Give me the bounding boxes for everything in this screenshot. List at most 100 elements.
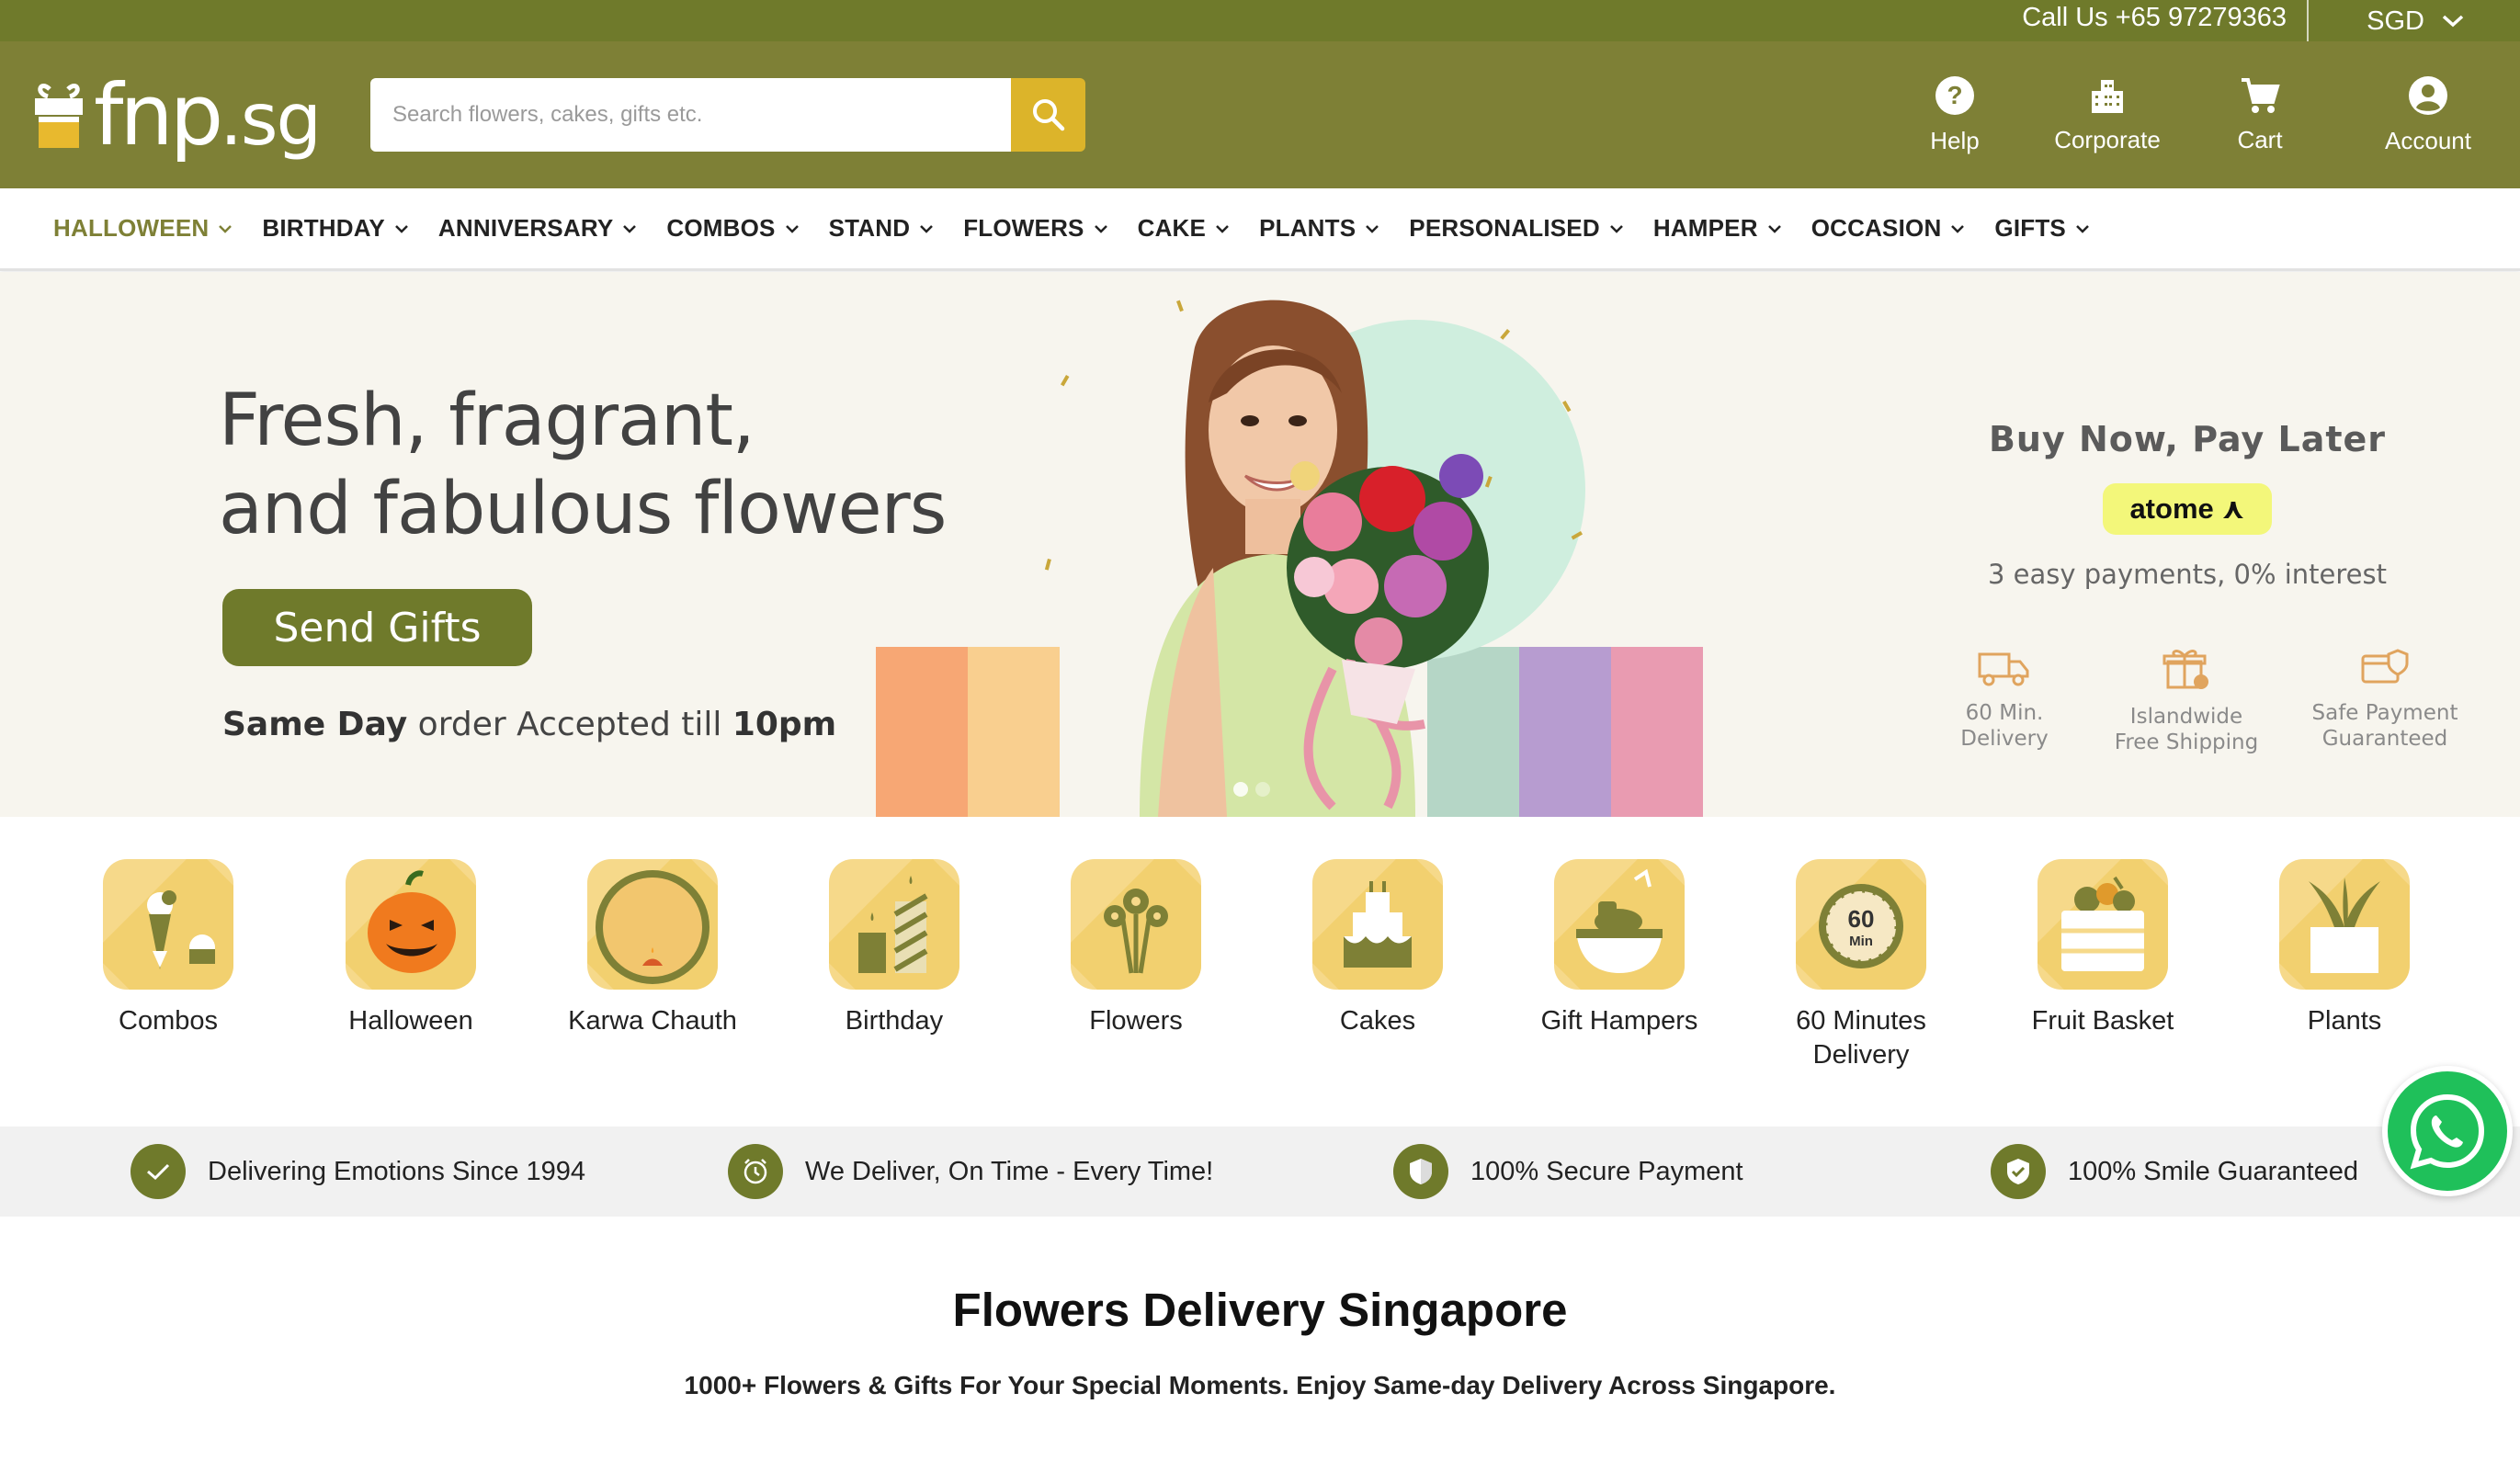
buy-now-pay-later-panel: Buy Now, Pay Later atome ⋏ 3 easy paymen… [1930, 419, 2445, 590]
nav-item-stand[interactable]: STAND [829, 214, 935, 243]
svg-text:60: 60 [1848, 905, 1875, 933]
trust-item-on-time: We Deliver, On Time - Every Time! [728, 1127, 1213, 1217]
account-label: Account [2385, 126, 2471, 154]
category-label: Cakes [1339, 1006, 1416, 1036]
category-karwa-chauth[interactable]: Karwa Chauth [542, 859, 763, 1038]
karwa-thali-icon [587, 859, 718, 990]
category-tiles: Combos Halloween Karwa Chauth Birthday F… [0, 859, 2520, 1080]
carousel-dot-active[interactable] [1233, 782, 1248, 797]
atome-a-icon: ⋏ [2221, 493, 2245, 525]
help-label: Help [1930, 126, 1980, 154]
category-combos[interactable]: Combos [58, 859, 278, 1038]
nav-label: GIFTS [1994, 214, 2066, 242]
cart-button[interactable]: Cart [2184, 41, 2336, 188]
search-icon [1032, 99, 1064, 131]
category-gift-hampers[interactable]: Gift Hampers [1509, 859, 1730, 1038]
bnpl-subtitle: 3 easy payments, 0% interest [1988, 559, 2387, 590]
search-input[interactable] [370, 78, 1011, 152]
feature-line-2: Delivery [1960, 727, 2049, 751]
feature-line-1: Safe Payment [2311, 701, 2458, 725]
nav-item-gifts[interactable]: GIFTS [1994, 214, 2090, 243]
feature-60-min-delivery: 60 Min. Delivery [1913, 647, 2096, 752]
category-label: Karwa Chauth [568, 1006, 737, 1036]
chevron-down-icon [785, 224, 799, 233]
verified-icon [1991, 1144, 2046, 1199]
nav-label: COMBOS [666, 214, 776, 242]
chevron-down-icon [623, 224, 637, 233]
category-label: Plants [2307, 1006, 2382, 1036]
atome-logo: atome ⋏ [2103, 483, 2272, 535]
category-flowers[interactable]: Flowers [1026, 859, 1246, 1038]
nav-item-flowers[interactable]: FLOWERS [963, 214, 1107, 243]
nav-item-combos[interactable]: COMBOS [666, 214, 799, 243]
category-60-minutes-delivery[interactable]: 60 Min 60 Minutes Delivery [1751, 859, 1971, 1072]
nav-label: OCCASION [1811, 214, 1942, 242]
atome-text: atome [2129, 493, 2214, 525]
category-cakes[interactable]: Cakes [1267, 859, 1488, 1038]
carousel-dot[interactable] [1255, 782, 1270, 797]
same-day-bold: Same Day [222, 706, 408, 743]
color-stripe [876, 647, 968, 817]
trust-item-since-1994: Delivering Emotions Since 1994 [131, 1127, 585, 1217]
hero-headline-line-1: Fresh, fragrant, [219, 379, 755, 462]
send-gifts-button[interactable]: Send Gifts [222, 589, 532, 666]
fnp-logo[interactable]: fnp.sg [33, 60, 336, 170]
nav-label: BIRTHDAY [262, 214, 385, 242]
call-us-text[interactable]: Call Us +65 97279363 [2022, 0, 2309, 41]
delivery-truck-icon [1978, 652, 2029, 686]
category-label: Fruit Basket [2031, 1006, 2174, 1036]
category-halloween[interactable]: Halloween [301, 859, 521, 1038]
cart-icon [2242, 77, 2280, 113]
category-nav: HALLOWEEN BIRTHDAY ANNIVERSARY COMBOS ST… [0, 188, 2520, 271]
account-button[interactable]: Account [2336, 41, 2520, 188]
category-label: Halloween [348, 1006, 473, 1036]
chevron-down-icon [1094, 224, 1107, 233]
account-icon [2409, 75, 2447, 115]
logo-text: fnp.sg [94, 65, 322, 164]
carousel-dots [1233, 782, 1270, 797]
category-birthday[interactable]: Birthday [784, 859, 1005, 1038]
gift-logo-icon [35, 84, 83, 148]
nav-item-hamper[interactable]: HAMPER [1653, 214, 1782, 243]
flowers-icon [1071, 859, 1201, 990]
corporate-button[interactable]: Corporate [2031, 41, 2184, 188]
nav-item-cake[interactable]: CAKE [1138, 214, 1230, 243]
nav-item-birthday[interactable]: BIRTHDAY [262, 214, 409, 243]
logo-suffix: .sg [220, 78, 322, 162]
search-button[interactable] [1011, 78, 1085, 152]
potted-plant-icon [2279, 859, 2410, 990]
hero-banner[interactable]: Fresh, fragrant, and fabulous flowers Se… [0, 272, 2520, 817]
chevron-down-icon [1366, 224, 1379, 233]
gift-box-icon [2162, 650, 2208, 689]
currency-selector[interactable]: SGD [2367, 0, 2465, 41]
currency-label: SGD [2367, 6, 2424, 36]
feature-line-1: Islandwide [2129, 705, 2243, 729]
category-label: 60 Minutes Delivery [1751, 1004, 1971, 1072]
cart-label: Cart [2237, 125, 2283, 153]
category-label-line-1: 60 Minutes [1796, 1006, 1926, 1036]
trust-text: We Deliver, On Time - Every Time! [805, 1156, 1214, 1186]
help-button[interactable]: ? Help [1879, 41, 2031, 188]
nav-item-personalised[interactable]: PERSONALISED [1409, 214, 1624, 243]
sixty-minutes-clock-icon: 60 Min [1796, 859, 1926, 990]
nav-item-plants[interactable]: PLANTS [1259, 214, 1379, 243]
logo-name: fnp [94, 65, 223, 164]
alarm-icon [728, 1144, 783, 1199]
category-label: Birthday [845, 1006, 944, 1036]
chevron-down-icon [1609, 224, 1623, 233]
whatsapp-icon [2410, 1093, 2485, 1170]
trust-item-smile-guaranteed: 100% Smile Guaranteed [1991, 1127, 2358, 1217]
nav-item-halloween[interactable]: HALLOWEEN [53, 214, 233, 243]
category-fruit-basket[interactable]: Fruit Basket [1992, 859, 2213, 1038]
category-label: Combos [119, 1006, 218, 1036]
category-label-line-2: Delivery [1812, 1040, 1910, 1070]
nav-item-anniversary[interactable]: ANNIVERSARY [438, 214, 637, 243]
chevron-down-icon [2076, 224, 2089, 233]
section-subtitle: 1000+ Flowers & Gifts For Your Special M… [684, 1371, 1836, 1399]
category-plants[interactable]: Plants [2234, 859, 2455, 1038]
nav-item-occasion[interactable]: OCCASION [1811, 214, 1966, 243]
whatsapp-button[interactable] [2382, 1066, 2513, 1196]
secure-card-icon [2361, 649, 2409, 684]
pumpkin-icon [346, 859, 476, 990]
nav-label: FLOWERS [963, 214, 1084, 242]
